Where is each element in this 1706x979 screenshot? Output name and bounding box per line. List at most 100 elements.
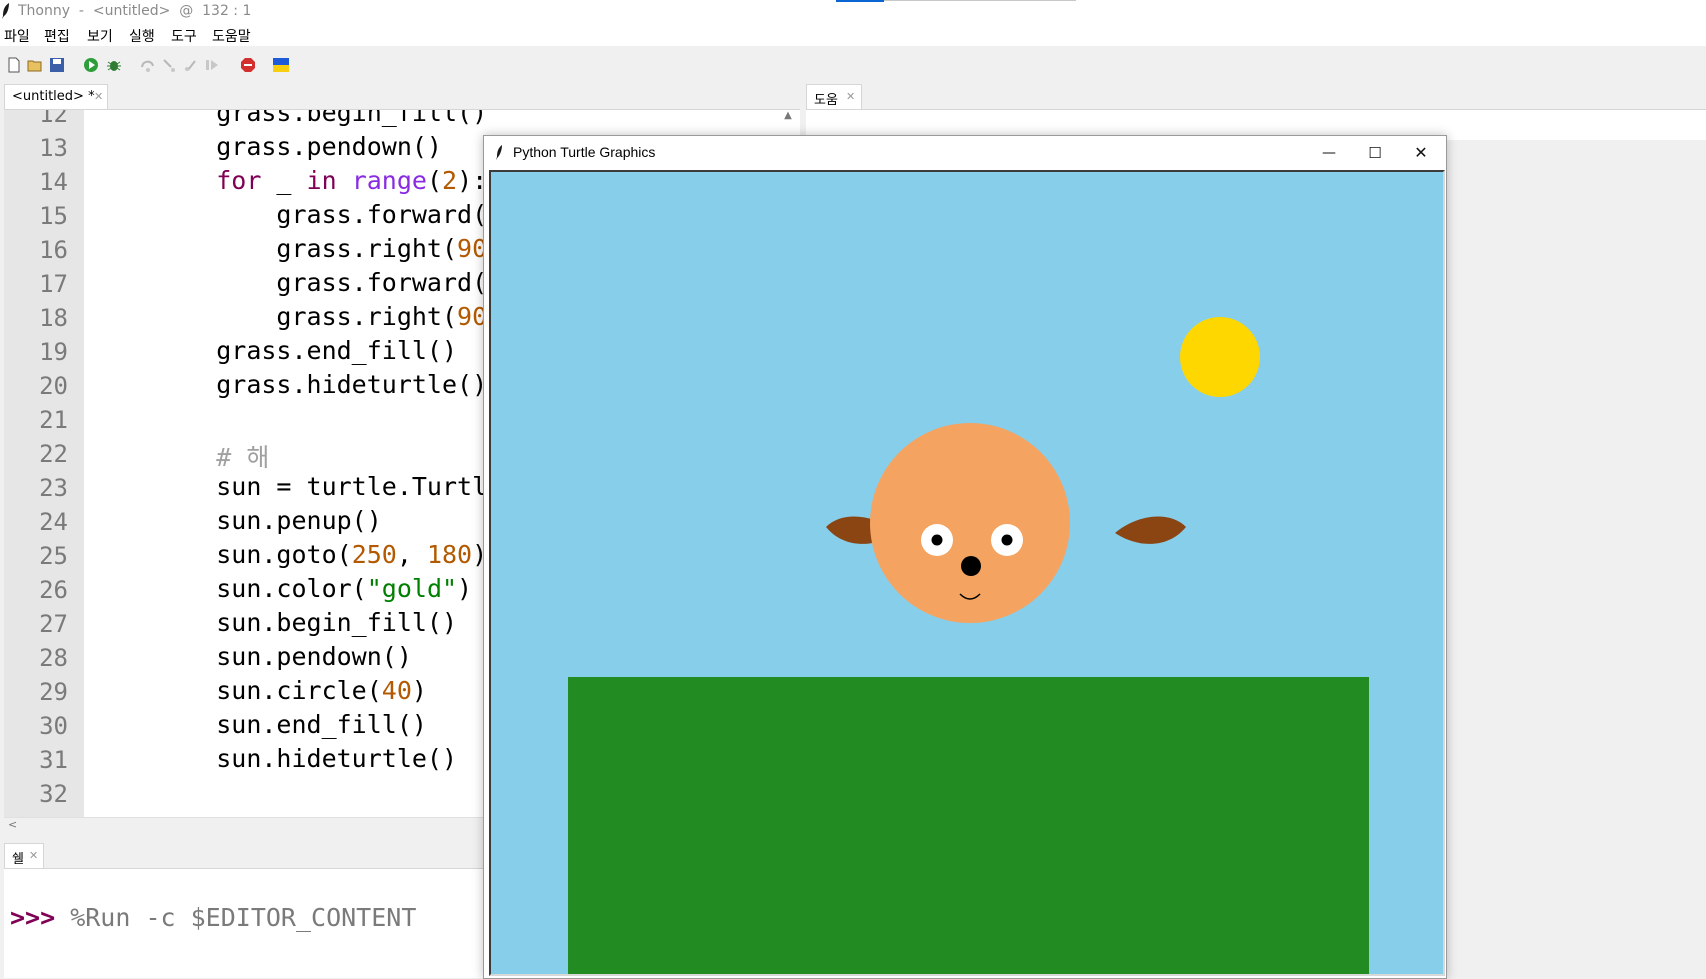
debug-icon[interactable]	[106, 57, 122, 73]
editor-tab-close-icon[interactable]: ✕	[94, 90, 103, 103]
menu-edit[interactable]: 편집	[44, 26, 70, 46]
editor-tab-label: <untitled> *	[12, 89, 95, 104]
code-token: sun.pendown()	[216, 642, 412, 671]
line-number: 26	[39, 576, 68, 604]
code-line[interactable]: grass.right(90)	[156, 234, 502, 263]
menu-help[interactable]: 도움말	[212, 26, 251, 46]
step-out-icon[interactable]	[183, 57, 199, 73]
code-line[interactable]: sun.penup()	[156, 506, 382, 535]
code-token: 2	[442, 166, 458, 195]
line-number: 24	[39, 508, 68, 536]
turtle-graphics-window: Python Turtle Graphics — ☐ ✕	[483, 135, 1447, 979]
step-into-icon[interactable]	[161, 57, 177, 73]
code-line[interactable]: grass.forward(800	[156, 200, 532, 229]
menu-file[interactable]: 파일	[4, 26, 30, 46]
window-title: Thonny - <untitled> @ 132 : 1	[18, 3, 252, 19]
turtle-drawing	[491, 172, 1443, 974]
code-line[interactable]: for _ in range(2):	[156, 166, 487, 195]
editor-tab[interactable]: <untitled> * ✕	[4, 84, 108, 109]
close-button[interactable]: ✕	[1398, 136, 1444, 170]
menu-run[interactable]: 실행	[129, 26, 155, 46]
run-icon[interactable]	[83, 57, 99, 73]
turtle-canvas[interactable]	[489, 170, 1445, 976]
help-tab-bar: 도움 ✕	[806, 84, 1706, 109]
code-line[interactable]: sun.goto(250, 180)	[156, 540, 487, 569]
line-number: 17	[39, 270, 68, 298]
new-file-icon[interactable]	[6, 57, 22, 73]
line-number: 22	[39, 440, 68, 468]
code-token: 180	[426, 540, 473, 569]
save-icon[interactable]	[49, 57, 65, 73]
help-tab-close-icon[interactable]: ✕	[846, 90, 855, 103]
code-line[interactable]: sun.pendown()	[156, 642, 412, 671]
stop-icon[interactable]	[240, 57, 256, 73]
shell-tab[interactable]: 쉘 ✕	[4, 843, 44, 868]
code-token: sun.circle(	[216, 676, 382, 705]
code-line[interactable]: # 해	[156, 438, 269, 474]
code-token: grass.hideturtle()	[216, 370, 488, 399]
code-line[interactable]: sun.end_fill()	[156, 710, 427, 739]
grass-rectangle	[568, 677, 1369, 974]
code-line[interactable]: grass.right(90)	[156, 302, 502, 331]
code-line[interactable]: sun.color("gold")	[156, 574, 472, 603]
code-line[interactable]: grass.end_fill()	[156, 336, 457, 365]
line-number: 18	[39, 304, 68, 332]
code-token: )	[457, 574, 473, 603]
shell-prompt: >>>	[10, 903, 56, 932]
code-token: sun.penup()	[216, 506, 382, 535]
menu-view[interactable]: 보기	[87, 26, 113, 46]
shell-tab-close-icon[interactable]: ✕	[29, 849, 38, 862]
nose	[961, 556, 981, 576]
code-line[interactable]: sun = turtle.Turtle()	[156, 472, 532, 501]
code-line[interactable]: sun.begin_fill()	[156, 608, 457, 637]
code-line[interactable]: sun.circle(40)	[156, 676, 427, 705]
line-number: 19	[39, 338, 68, 366]
maximize-button[interactable]: ☐	[1352, 136, 1398, 170]
title-accent-line	[836, 0, 884, 2]
ukraine-flag-icon[interactable]	[273, 57, 289, 73]
line-number: 28	[39, 644, 68, 672]
line-number: 12	[39, 109, 68, 128]
scroll-up-arrow-icon[interactable]: ▲	[782, 110, 794, 124]
code-token: )	[411, 676, 427, 705]
code-line[interactable]: grass.pendown()	[156, 132, 442, 161]
turtle-window-feather-icon	[496, 145, 502, 160]
bear-face	[870, 423, 1070, 623]
code-token: sun.begin_fill()	[216, 608, 458, 637]
code-token: range	[351, 166, 427, 195]
open-file-icon[interactable]	[27, 57, 43, 73]
code-token: grass.end_fill()	[216, 336, 458, 365]
code-token: grass.begin_fill()	[216, 109, 488, 127]
code-token: sun.hideturtle()	[216, 744, 458, 773]
left-pupil	[931, 534, 943, 546]
code-token: sun.goto(	[216, 540, 352, 569]
help-tab[interactable]: 도움 ✕	[806, 84, 862, 109]
minimize-button[interactable]: —	[1306, 136, 1352, 170]
line-number: 13	[39, 134, 68, 162]
menu-tools[interactable]: 도구	[171, 26, 197, 46]
code-line[interactable]: grass.forward(300	[156, 268, 532, 297]
step-over-icon[interactable]	[140, 57, 156, 73]
help-tab-label: 도움	[814, 93, 838, 108]
line-number: 23	[39, 474, 68, 502]
sun-circle	[1180, 317, 1260, 397]
resume-icon[interactable]	[204, 57, 220, 73]
thonny-feather-icon	[2, 3, 9, 19]
turtle-window-title: Python Turtle Graphics	[513, 144, 656, 160]
line-number: 27	[39, 610, 68, 638]
code-line[interactable]: grass.hideturtle()	[156, 370, 487, 399]
scroll-left-arrow-icon[interactable]: <	[8, 818, 17, 831]
code-token: grass.pendown()	[216, 132, 442, 161]
code-token: grass.forward(	[276, 200, 488, 229]
right-pupil	[1001, 534, 1013, 546]
code-line[interactable]: sun.hideturtle()	[156, 744, 457, 773]
shell-tab-label: 쉘	[12, 852, 24, 867]
code-token: ,	[396, 540, 427, 569]
code-token: grass.forward(	[276, 268, 488, 297]
line-number: 14	[39, 168, 68, 196]
code-token: "gold"	[366, 574, 458, 603]
line-number: 15	[39, 202, 68, 230]
turtle-window-title-bar[interactable]: Python Turtle Graphics — ☐ ✕	[484, 136, 1446, 170]
code-line[interactable]: grass.begin_fill()	[156, 109, 488, 127]
